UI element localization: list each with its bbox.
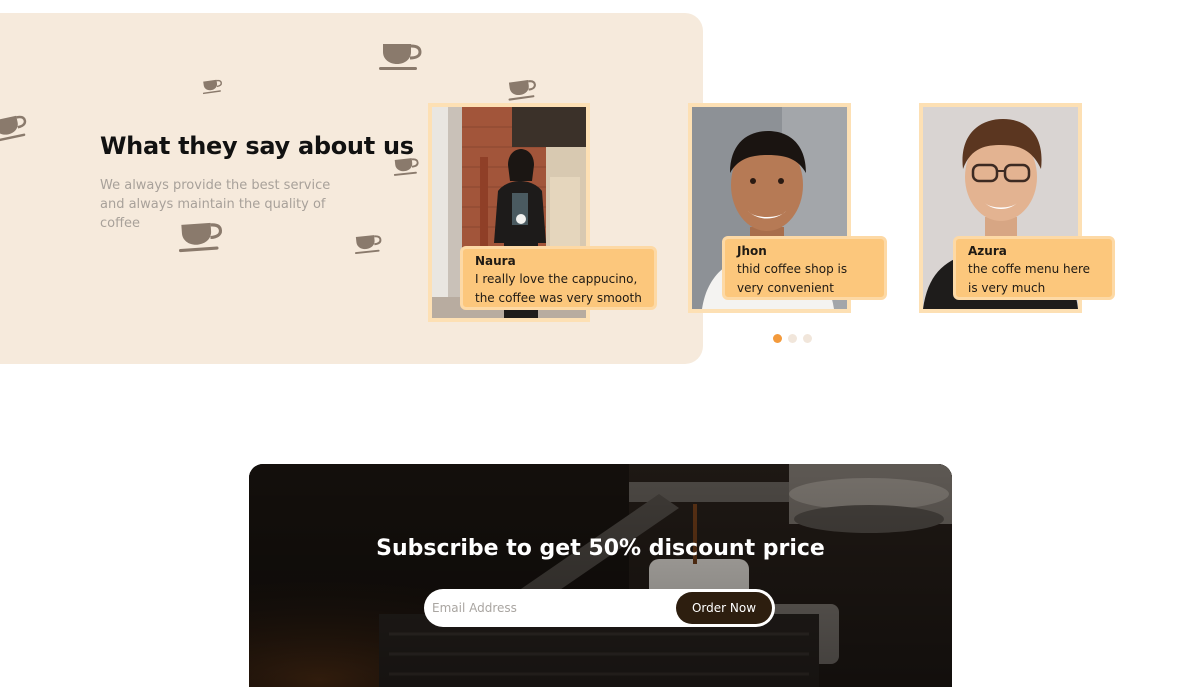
review-text: the coffe menu here is very much <box>968 262 1091 295</box>
subscribe-banner: Subscribe to get 50% discount price Orde… <box>249 464 952 687</box>
subscribe-form: Order Now <box>424 589 775 627</box>
espresso-machine-image <box>249 464 952 687</box>
order-now-button[interactable]: Order Now <box>676 592 772 624</box>
reviewer-name: Azura <box>968 244 1007 258</box>
section-subtitle: We always provide the best service and a… <box>100 178 331 231</box>
review-text: thid coffee shop is very convenient <box>737 262 848 295</box>
email-input[interactable] <box>432 594 672 622</box>
review-text: I really love the cappucino, the coffee … <box>475 272 642 305</box>
testimonial-bubble: Jhon thid coffee shop is very convenient <box>722 236 887 300</box>
carousel-dot-2[interactable] <box>788 334 797 343</box>
coffee-cup-icon <box>506 76 541 102</box>
reviewer-name: Naura <box>475 254 516 268</box>
testimonial-bubble: Naura I really love the cappucino, the c… <box>460 246 657 310</box>
reviewer-name: Jhon <box>737 244 767 258</box>
coffee-cup-icon <box>379 40 425 72</box>
carousel-pagination <box>773 334 812 343</box>
carousel-dot-3[interactable] <box>803 334 812 343</box>
testimonial-bubble: Azura the coffe menu here is very much <box>953 236 1115 300</box>
coffee-cup-icon <box>353 231 385 255</box>
subscribe-title: Subscribe to get 50% discount price <box>376 536 825 561</box>
section-heading: What they say about us <box>100 132 414 160</box>
coffee-cup-icon <box>201 77 225 96</box>
carousel-dot-1[interactable] <box>773 334 782 343</box>
